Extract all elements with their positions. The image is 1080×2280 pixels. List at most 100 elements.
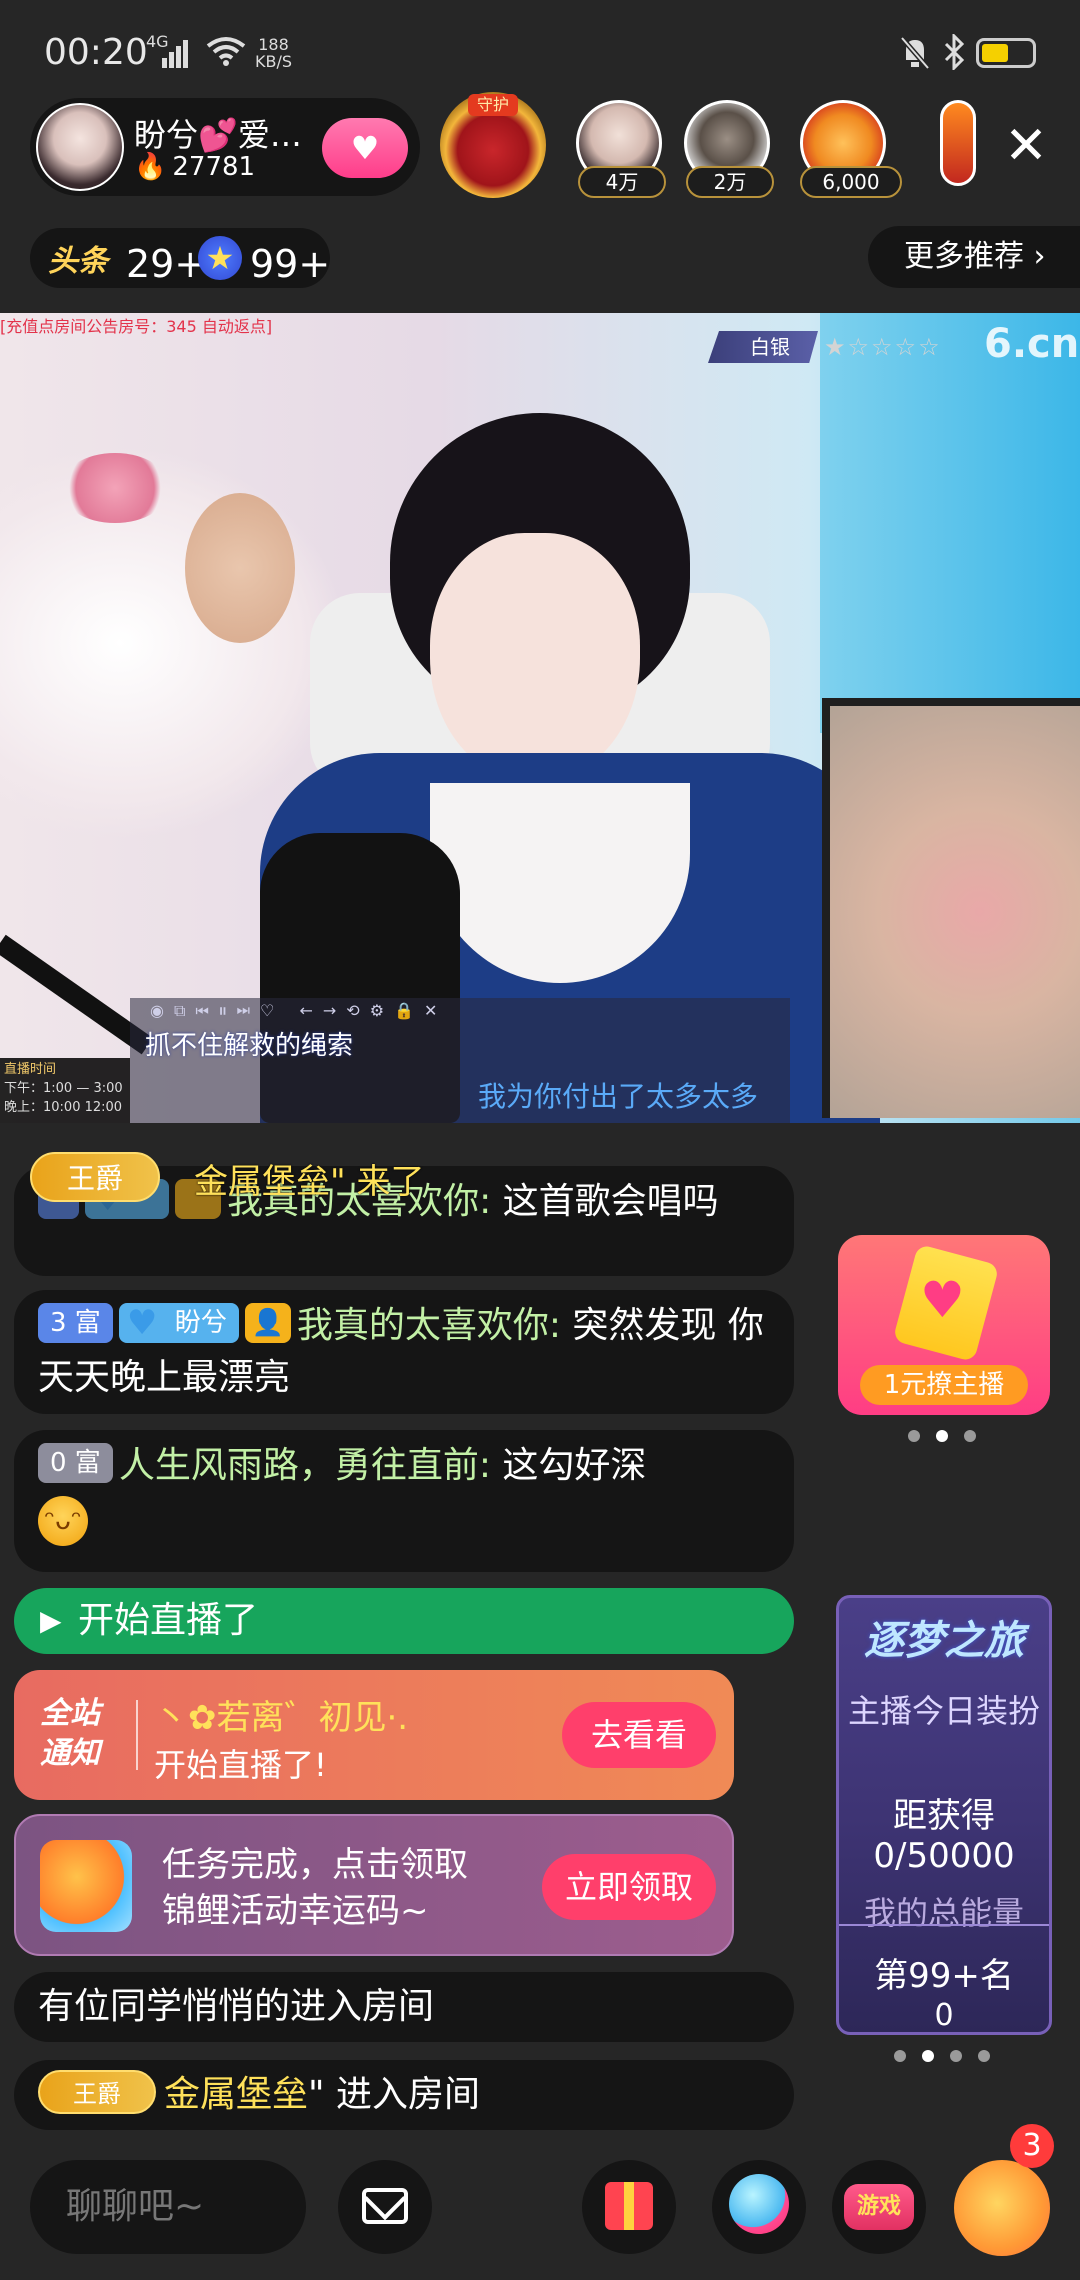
live-video[interactable]: [充值点房间公告房号：345 自动返点] 白银 ★☆☆☆☆ 6.cn ◉⧉⏮⏸⏭… <box>0 313 1080 1123</box>
video-flowers <box>60 453 170 523</box>
flame-icon: 🔥 <box>134 152 167 182</box>
dream-subtitle: 主播今日装扮 <box>847 1692 1040 1730</box>
lottery-button[interactable] <box>712 2160 806 2254</box>
koi-icon <box>40 1840 132 1932</box>
fan-badge: ♥ 盼兮 <box>118 1303 239 1343</box>
carousel-dot <box>908 1430 920 1442</box>
site-notification[interactable]: 全站 通知 丶✿若离゛初见·. 开始直播了! 去看看 <box>14 1670 734 1800</box>
speed-unit: KB/S <box>255 52 293 71</box>
game-button[interactable]: 游戏 <box>832 2160 926 2254</box>
video-painting <box>822 698 1080 1118</box>
entry-banner-text: 金属堡垒" 来了 <box>194 1162 425 1202</box>
video-face <box>430 533 640 783</box>
host-heat: 🔥 27781 <box>134 152 255 182</box>
status-bar: 00:20 4G 188 KB/S <box>0 0 1080 100</box>
go-watch-button[interactable]: 去看看 <box>562 1702 716 1768</box>
viewer-avatar-partial[interactable] <box>940 100 976 186</box>
follow-button[interactable]: ♥ <box>322 118 408 178</box>
schedule-overlay: 直播时间 下午：1:00 — 3:00 晚上：10:00 12:00 <box>0 1058 130 1123</box>
chat-text: 这首歌会唱吗 <box>502 1181 719 1222</box>
task-card[interactable]: 任务完成，点击领取 锦鲤活动幸运码~ 立即领取 <box>14 1814 734 1956</box>
entered-username[interactable]: 金属堡垒 <box>164 2074 308 2115</box>
mute-bell-icon <box>900 36 930 70</box>
viewer-contribution: 2万 <box>686 166 774 198</box>
status-time: 00:20 <box>44 32 148 73</box>
dream-journey-panel[interactable]: 逐梦之旅 主播今日装扮 距获得 0/50000 我的总能量 第99+名 0 <box>836 1595 1052 2035</box>
start-live-message[interactable]: ▶ 开始直播了 <box>14 1588 794 1654</box>
system-message: 王爵 金属堡垒" 进入房间 <box>14 2060 794 2130</box>
king-badge: 王爵 <box>38 2070 156 2114</box>
video-teddy-bear <box>185 493 295 643</box>
headline-logo: 头条 <box>48 244 108 279</box>
carousel-dot <box>894 2050 906 2062</box>
guard-badge[interactable]: 守护 <box>440 92 546 198</box>
lyric-controls: ◉⧉⏮⏸⏭♡ ←→⟲⚙🔒✕ <box>150 1001 448 1020</box>
gift-button[interactable] <box>582 2160 676 2254</box>
dream-rank: 第99+名 <box>874 1956 1014 1996</box>
king-badge: 王爵 <box>30 1152 160 1202</box>
host-avatar[interactable] <box>36 103 124 191</box>
carousel-dot <box>950 2050 962 2062</box>
chat-input[interactable]: 聊聊吧~ <box>30 2160 306 2254</box>
notification-message: 开始直播了! <box>154 1746 327 1784</box>
star-count: 99+ <box>250 242 331 286</box>
more-recommend-button[interactable]: 更多推荐 › <box>868 226 1080 288</box>
fan-badge-name: 盼兮 <box>174 1308 227 1338</box>
carousel-dot <box>964 1430 976 1442</box>
heat-value: 27781 <box>172 152 256 182</box>
schedule-line: 晚上：10:00 12:00 <box>4 1100 123 1115</box>
dream-energy-value: 0 <box>934 1998 954 2033</box>
system-message: 有位同学悄悄的进入房间 <box>14 1972 794 2042</box>
panel-carousel-dots <box>894 2050 990 2062</box>
dream-progress-label: 距获得 <box>893 1796 995 1836</box>
star-icon: ★ <box>198 236 242 280</box>
game-icon: 游戏 <box>844 2184 914 2230</box>
gashapon-icon <box>729 2174 789 2234</box>
system-message-text: 有位同学悄悄的进入房间 <box>38 1986 435 2027</box>
notification-badge: 3 <box>1010 2124 1054 2168</box>
lyric-line-1: 抓不住解救的绳索 <box>145 1031 354 1061</box>
wifi-icon <box>206 37 246 66</box>
task-line: 任务完成，点击领取 <box>162 1845 468 1885</box>
notification-name: 丶✿若离゛初见·. <box>154 1698 409 1738</box>
promo-label: 1元撩主播 <box>860 1365 1028 1405</box>
schedule-line: 下午：1:00 — 3:00 <box>4 1081 123 1096</box>
promo-card[interactable]: ♥ 1元撩主播 <box>838 1235 1050 1415</box>
room-notice: [充值点房间公告房号：345 自动返点] <box>0 317 273 336</box>
speed-value: 188 <box>258 35 289 54</box>
notification-logo-line: 通知 <box>40 1736 100 1771</box>
level-badge: 白银 <box>708 331 818 363</box>
chat-username[interactable]: 我真的太喜欢你: <box>297 1305 561 1346</box>
bluetooth-icon <box>944 34 965 70</box>
signal-icon <box>162 40 188 68</box>
lucky-activity-button[interactable] <box>954 2160 1050 2256</box>
task-line: 锦鲤活动幸运码~ <box>162 1891 429 1931</box>
video-wall <box>820 313 1080 733</box>
chat-message[interactable]: 0 富人生风雨路，勇往直前: 这勾好深 ᵔᴗᵔ <box>14 1430 794 1572</box>
network-speed: 188 KB/S <box>255 36 292 70</box>
headline-count: 29+ <box>126 242 207 286</box>
battery-icon <box>976 38 1036 68</box>
schedule-title: 直播时间 <box>4 1062 57 1077</box>
entry-banner: 王爵 金属堡垒" 来了 <box>30 1152 424 1208</box>
close-icon[interactable]: ✕ <box>1000 120 1052 172</box>
chat-username[interactable]: 人生风雨路，勇往直前: <box>119 1445 491 1486</box>
guard-label: 守护 <box>468 94 518 116</box>
play-icon: ▶ <box>40 1604 62 1637</box>
viewer-contribution: 6,000 <box>800 166 902 198</box>
gift-icon <box>605 2182 653 2230</box>
dream-energy-label: 我的总能量 <box>863 1894 1024 1932</box>
viewer-contribution: 4万 <box>578 166 666 198</box>
heart-icon: ♥ <box>126 1303 158 1343</box>
heart-icon: ♥ <box>350 129 380 167</box>
promo-carousel-dots <box>908 1430 976 1442</box>
chat-message[interactable]: 3 富 ♥ 盼兮 👤 我真的太喜欢你: 突然发现 你天天晚上最漂亮 <box>14 1290 794 1414</box>
carousel-dot-active <box>936 1430 948 1442</box>
rich-level-tag: 0 富 <box>38 1443 113 1483</box>
level-stars: ★☆☆☆☆ <box>824 333 942 361</box>
mail-icon <box>362 2188 408 2224</box>
dream-title: 逐梦之旅 <box>864 1618 1024 1664</box>
message-button[interactable] <box>338 2160 432 2254</box>
dream-progress-value: 0/50000 <box>873 1836 1015 1876</box>
claim-button[interactable]: 立即领取 <box>542 1854 716 1920</box>
